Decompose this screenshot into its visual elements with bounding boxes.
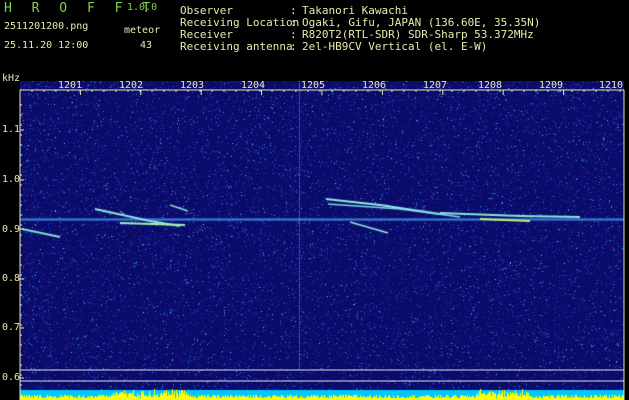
x-tick-1203: 1203	[180, 80, 205, 91]
x-tick-1206: 1206	[362, 80, 387, 91]
x-tick-1209: 1209	[539, 80, 564, 91]
x-tick-1201: 1201	[58, 80, 83, 91]
y-tick-0.7: 0.7	[2, 322, 21, 333]
x-tick-1204: 1204	[241, 80, 266, 91]
y-tick-0.9: 0.9	[2, 224, 21, 235]
plot-overlay	[19, 89, 625, 400]
x-tick-1210: 1210	[599, 80, 624, 91]
x-tick-1208: 1208	[478, 80, 503, 91]
x-tick-1205: 1205	[301, 80, 326, 91]
y-tick-0.8: 0.8	[2, 273, 21, 284]
x-tick-1202: 1202	[119, 80, 144, 91]
y-tick-1.1: 1.1	[2, 124, 21, 135]
y-tick-0.6: 0.6	[2, 372, 21, 383]
y-tick-1.0: 1.0	[2, 174, 21, 185]
y-axis-unit: kHz	[2, 73, 21, 84]
x-tick-1207: 1207	[423, 80, 448, 91]
